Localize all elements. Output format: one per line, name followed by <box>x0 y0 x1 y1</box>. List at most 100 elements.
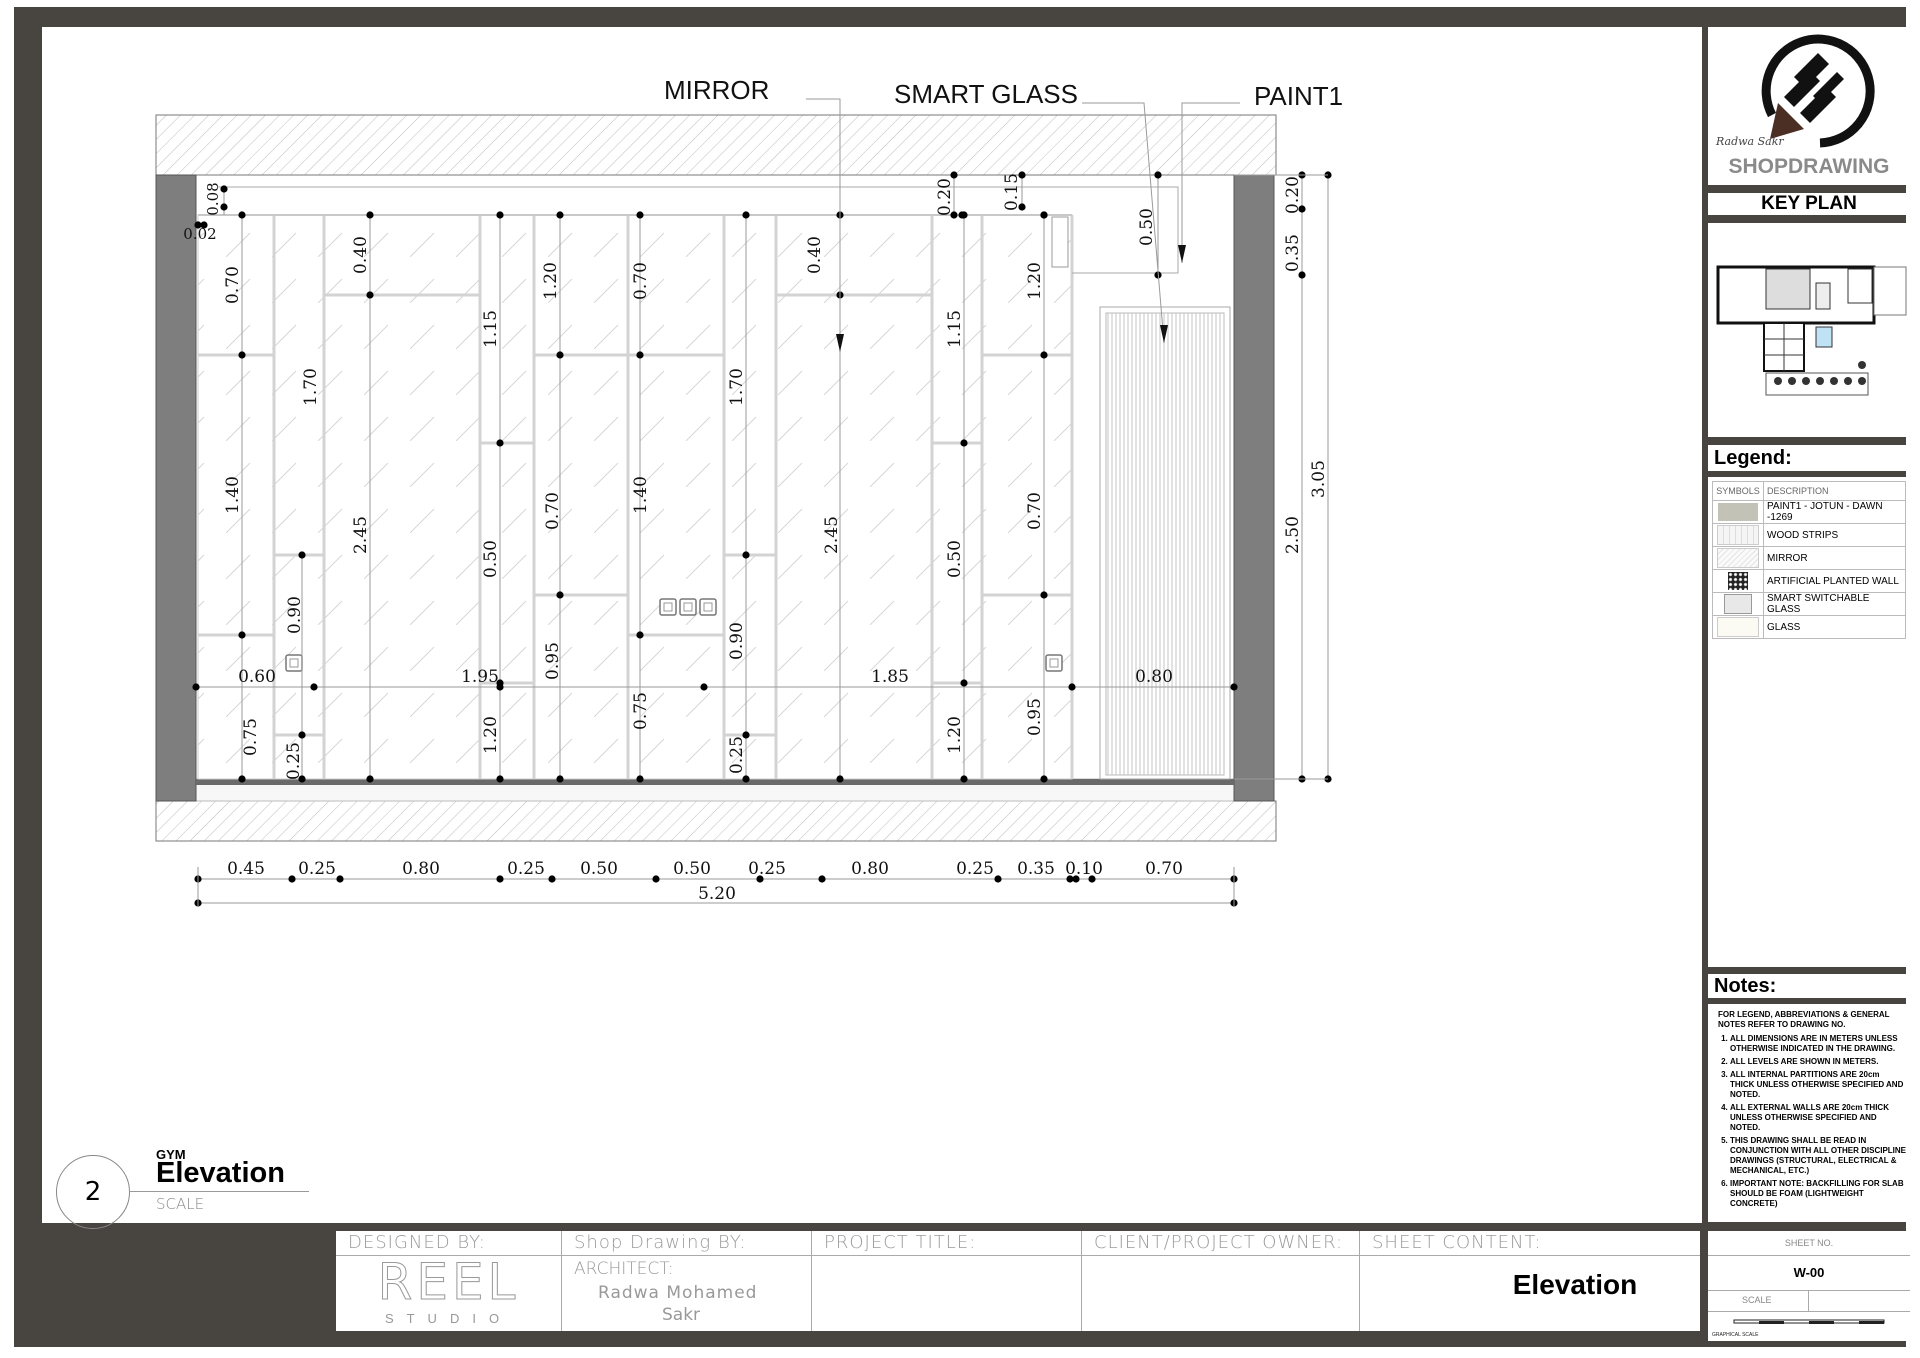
dimension-label: 1.70 <box>301 368 321 406</box>
dimension-label: 0.80 <box>402 859 440 879</box>
dimension-dot <box>556 211 564 219</box>
dimension-dot <box>1040 775 1048 783</box>
dimension-label: 1.20 <box>1025 262 1045 300</box>
paint1-callout: PAINT1 <box>1254 81 1343 111</box>
project-title-label: PROJECT TITLE: <box>812 1231 1081 1256</box>
dimension-dot <box>742 211 750 219</box>
dimension-dot <box>636 631 644 639</box>
dimension-label: 0.95 <box>543 642 563 680</box>
paint1-callout-arrow <box>1178 245 1186 263</box>
dimension-label: 0.20 <box>1283 176 1303 214</box>
logo-brand-text: SHOPDRAWING <box>1728 155 1889 178</box>
drawing-area: 0.08 0.02 0.20 0.15 0.50 0.70 0.40 1.70 1.40 2.45… <box>42 27 1702 1229</box>
project-title-cell: PROJECT TITLE: <box>812 1231 1082 1331</box>
legend-row: SMART SWITCHABLE GLASS <box>1712 592 1906 616</box>
notes-title: Notes: <box>1708 974 1910 998</box>
dimension-dot <box>310 683 318 691</box>
dimension-label: 0.15 <box>1002 173 1022 211</box>
dimension-label: 1.20 <box>541 262 561 300</box>
dimension-label: 0.60 <box>238 667 276 687</box>
dimension-dot <box>960 775 968 783</box>
dimension-label: 1.20 <box>945 716 965 754</box>
paint-swatch <box>1718 503 1758 521</box>
sheet-content-value: Elevation <box>1512 1269 1638 1300</box>
smart-glass-controller <box>1051 216 1069 268</box>
dimension-label: 1.15 <box>945 310 965 348</box>
sheet-number-box: SHEET NO. W-00 SCALE GRAPHICAL SCALE <box>1708 1231 1910 1341</box>
logo-script-text: Radwa Sakr <box>1715 135 1784 148</box>
dimension-dot <box>496 439 504 447</box>
legend-label: GLASS <box>1763 615 1906 639</box>
dimension-label: 0.35 <box>1283 234 1303 272</box>
graphical-scale-label: GRAPHICAL SCALE <box>1712 1332 1759 1338</box>
client-cell: CLIENT/PROJECT OWNER: <box>1082 1231 1360 1331</box>
dimension-label: 0.70 <box>1145 859 1183 879</box>
sheet-content-label: SHEET CONTENT: <box>1360 1231 1700 1256</box>
architect-name: Radwa Mohamed <box>598 1283 758 1303</box>
dimension-label: 0.70 <box>631 262 651 300</box>
note-item: THIS DRAWING SHALL BE READ IN CONJUNCTIO… <box>1730 1136 1906 1176</box>
power-socket-icon <box>1045 654 1063 672</box>
key-plan-thumbnail <box>1716 265 1907 396</box>
dimension-label: 5.20 <box>698 884 736 904</box>
legend-row: MIRROR <box>1712 546 1906 570</box>
legend-row: PAINT1 - JOTUN - DAWN -1269 <box>1712 500 1906 524</box>
dimension-label: 3.05 <box>1309 460 1329 498</box>
dimension-label: 0.25 <box>284 742 304 780</box>
legend: SYMBOLS DESCRIPTION PAINT1 - JOTUN - DAW… <box>1708 477 1910 967</box>
dimension-label: 0.80 <box>1135 667 1173 687</box>
legend-col-symbols: SYMBOLS <box>1712 481 1764 501</box>
ceiling-slab <box>155 114 1277 176</box>
skirting <box>196 779 1234 785</box>
dimension-dot <box>700 683 708 691</box>
dimension-dot <box>636 775 644 783</box>
dimension-label: 2.45 <box>822 516 842 554</box>
dimension-label: 1.40 <box>631 476 651 514</box>
dimension-label: 2.50 <box>1283 516 1303 554</box>
dimension-label: 0.25 <box>727 736 747 774</box>
legend-label: MIRROR <box>1763 546 1906 570</box>
legend-label: ARTIFICIAL PLANTED WALL <box>1763 569 1906 593</box>
dimension-dot <box>298 551 306 559</box>
notes: FOR LEGEND, ABBREVIATIONS & GENERAL NOTE… <box>1708 1004 1910 1222</box>
dimension-label: 0.70 <box>1025 492 1045 530</box>
note-item: ALL DIMENSIONS ARE IN METERS UNLESS OTHE… <box>1730 1034 1906 1054</box>
dimension-dot <box>496 211 504 219</box>
dimension-dot <box>960 679 968 687</box>
dimension-label: 0.90 <box>285 596 305 634</box>
graphical-scale-bar: GRAPHICAL SCALE <box>1712 1319 1885 1338</box>
view-scale-label: SCALE <box>156 1195 205 1213</box>
dimension-label: 0.25 <box>748 859 786 879</box>
legend-table: SYMBOLS DESCRIPTION PAINT1 - JOTUN - DAW… <box>1712 481 1906 639</box>
dimension-label: 2.45 <box>351 516 371 554</box>
dimension-label: 0.75 <box>241 718 261 756</box>
dimension-label: 1.85 <box>871 667 909 687</box>
legend-col-description: DESCRIPTION <box>1763 481 1906 501</box>
designer-sub: STUDIO <box>384 1311 513 1326</box>
dimension-dot <box>496 775 504 783</box>
mirror-callout: MIRROR <box>664 75 769 105</box>
view-title-line <box>129 1191 309 1192</box>
legend-header: SYMBOLS DESCRIPTION <box>1712 481 1906 501</box>
power-socket-icon <box>679 598 697 616</box>
wall-structure <box>155 114 1277 842</box>
dimension-dot <box>366 211 374 219</box>
logo-panel: Radwa Sakr SHOPDRAWING <box>1708 27 1910 185</box>
dimension-label: 0.25 <box>298 859 336 879</box>
dimension-label: 0.75 <box>631 692 651 730</box>
title-block: DESIGNED BY: REEL STUDIO Shop Drawing BY… <box>336 1231 1700 1331</box>
key-plan <box>1708 223 1910 437</box>
dimension-dot <box>556 351 564 359</box>
dimension-dot <box>1154 171 1162 179</box>
designer-logo: REEL <box>377 1253 520 1311</box>
dimension-label: 0.50 <box>945 540 965 578</box>
key-plan-title: KEY PLAN <box>1708 193 1910 215</box>
dimension-dot <box>1040 351 1048 359</box>
client-label: CLIENT/PROJECT OWNER: <box>1082 1231 1359 1256</box>
dimension-dot <box>556 591 564 599</box>
dimension-dot <box>288 875 296 883</box>
dimension-dot <box>1040 211 1048 219</box>
notes-intro: FOR LEGEND, ABBREVIATIONS & GENERAL NOTE… <box>1718 1010 1890 1029</box>
dimension-dot <box>366 775 374 783</box>
view-number: 2 <box>84 1177 102 1207</box>
